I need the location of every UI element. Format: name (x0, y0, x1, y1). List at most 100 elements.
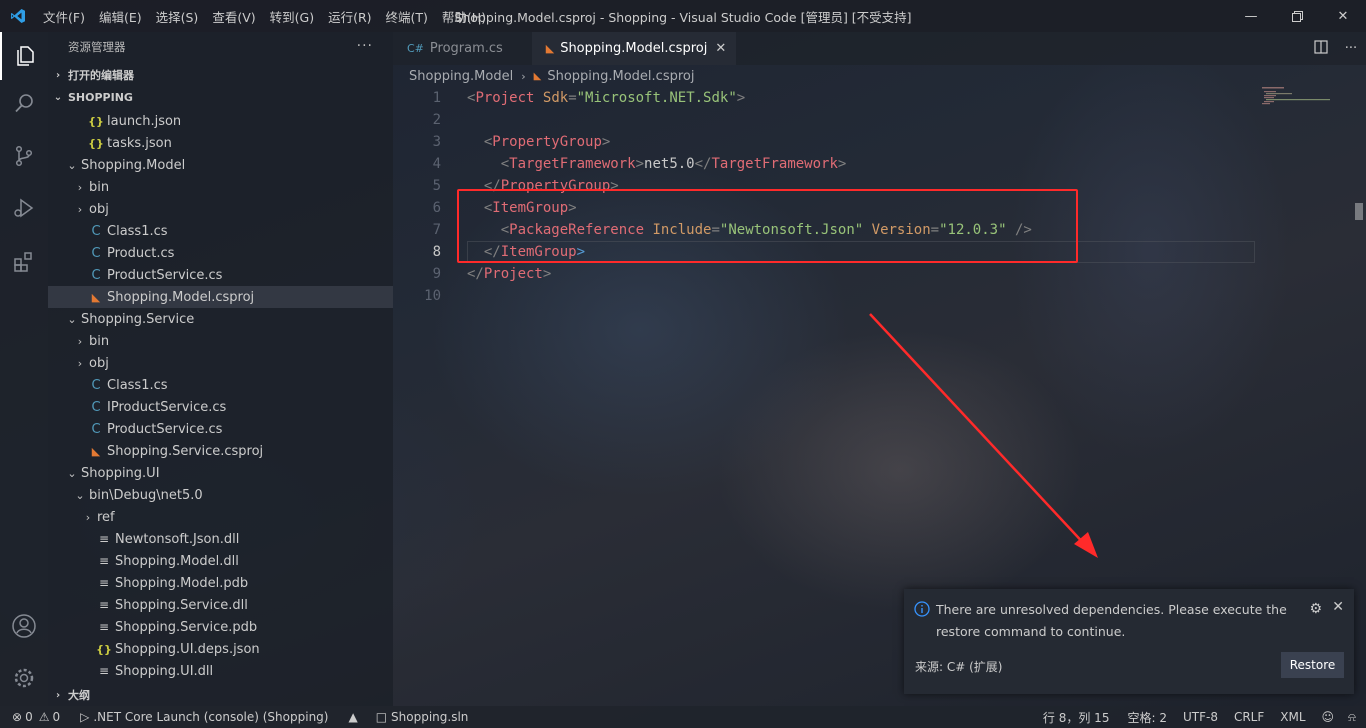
status-bar: ⊗ 0 ⚠ 0 ▷ .NET Core Launch (console) (Sh… (0, 706, 1366, 728)
csharp-file-icon: C (91, 399, 101, 415)
tree-item[interactable]: {} tasks.json (48, 132, 393, 154)
tree-item[interactable]: › obj (48, 198, 393, 220)
breadcrumb-file[interactable]: Shopping.Model.csproj (547, 69, 694, 84)
tree-item[interactable]: › bin (48, 330, 393, 352)
code-line[interactable]: 1 <Project Sdk="Microsoft.NET.Sdk"> (393, 87, 1273, 109)
code-token: < (500, 156, 510, 172)
outline-section[interactable]: › 大纲 (48, 684, 393, 706)
tree-item[interactable]: ⌄ Shopping.Service (48, 308, 393, 330)
source-control-icon[interactable] (0, 132, 48, 180)
tree-item[interactable]: › ref (48, 506, 393, 528)
line-ending[interactable]: CRLF (1226, 706, 1272, 728)
tree-item-label: Shopping.Model.pdb (115, 575, 249, 591)
tree-item[interactable]: ⌄ Shopping.Model (48, 154, 393, 176)
minimize-icon[interactable]: — (1228, 0, 1274, 32)
file-lines-icon: ≡ (98, 576, 110, 590)
vertical-scrollbar[interactable] (1355, 203, 1363, 220)
cursor-position[interactable]: 行 8，列 15 (1033, 706, 1120, 728)
tree-item[interactable]: ≡ Newtonsoft.Json.dll (48, 528, 393, 550)
tree-item-label: Shopping.Service.csproj (107, 443, 264, 459)
tree-item[interactable]: C IProductService.cs (48, 396, 393, 418)
tree-item[interactable]: › obj (48, 352, 393, 374)
open-editors-section[interactable]: › 打开的编辑器 (48, 64, 393, 86)
breadcrumb: Shopping.Model › ◣ Shopping.Model.csproj (409, 66, 694, 86)
encoding[interactable]: UTF-8 (1175, 706, 1226, 728)
code-line[interactable]: 3 <PropertyGroup> (393, 131, 1273, 153)
chevron-right-icon: › (85, 510, 91, 524)
code-token: TargetFramework (711, 156, 838, 172)
flame-indicator[interactable]: ▲ (342, 706, 363, 728)
tree-item[interactable]: ≡ Shopping.Service.dll (48, 594, 393, 616)
tree-item[interactable]: C ProductService.cs (48, 418, 393, 440)
menu-item[interactable]: 运行(R) (321, 7, 378, 26)
menu-item[interactable]: 帮助(H) (435, 7, 493, 26)
tree-item-label: bin (89, 333, 110, 349)
line-number: 3 (432, 134, 441, 150)
split-editor-icon[interactable] (1306, 39, 1336, 58)
restore-button[interactable]: Restore (1281, 652, 1344, 678)
minimap[interactable] (1262, 86, 1332, 116)
workspace-section[interactable]: ⌄ SHOPPING (48, 86, 393, 108)
close-window-icon[interactable]: ✕ (1320, 0, 1366, 32)
tree-item[interactable]: ≡ Shopping.UI.dll (48, 660, 393, 682)
csharp-file-icon: C (91, 245, 101, 261)
gear-icon[interactable]: ⚙ (1309, 601, 1322, 617)
close-icon[interactable]: ✕ (715, 41, 726, 56)
indentation[interactable]: 空格: 2 (1119, 706, 1175, 728)
tree-item[interactable]: ≡ Shopping.Model.pdb (48, 572, 393, 594)
search-icon[interactable] (0, 80, 48, 128)
close-icon[interactable]: ✕ (1332, 599, 1344, 615)
code-token: > (736, 90, 746, 106)
code-line[interactable]: 4 <TargetFramework>net5.0</TargetFramewo… (393, 153, 1273, 175)
menu-item[interactable]: 终端(T) (379, 7, 435, 26)
notifications-bell-icon[interactable]: ⍾ (1342, 706, 1366, 728)
tree-item[interactable]: ≡ Shopping.Model.dll (48, 550, 393, 572)
code-token: > (837, 156, 847, 172)
tree-item-label: obj (89, 355, 109, 371)
tree-item[interactable]: ◣ Shopping.Model.csproj (48, 286, 393, 308)
menu-item[interactable]: 文件(F) (36, 7, 92, 26)
extensions-icon[interactable] (0, 238, 48, 286)
menu-item[interactable]: 查看(V) (205, 7, 262, 26)
file-tree: {} launch.json{} tasks.json ⌄ Shopping.Model… (48, 110, 393, 682)
tree-item[interactable]: C Class1.cs (48, 220, 393, 242)
tree-item[interactable]: ⌄ Shopping.UI (48, 462, 393, 484)
tree-item-label: Product.cs (107, 245, 175, 261)
solution-indicator[interactable]: □ Shopping.sln (370, 706, 475, 728)
code-line[interactable]: 9 </Project> (393, 263, 1273, 285)
rss-file-icon: ◣ (545, 42, 555, 55)
tree-item[interactable]: {} launch.json (48, 110, 393, 132)
file-lines-icon: ≡ (98, 532, 110, 546)
run-debug-icon[interactable] (0, 184, 48, 232)
tree-item[interactable]: C Product.cs (48, 242, 393, 264)
explorer-icon[interactable] (0, 32, 48, 80)
menu-item[interactable]: 选择(S) (149, 7, 206, 26)
language-mode[interactable]: XML (1272, 706, 1313, 728)
tree-item-label: ProductService.cs (107, 421, 223, 437)
tree-item[interactable]: {} Shopping.UI.deps.json (48, 638, 393, 660)
tree-item[interactable]: C Class1.cs (48, 374, 393, 396)
problems-indicator[interactable]: ⊗ 0 ⚠ 0 (0, 706, 66, 728)
breadcrumb-folder[interactable]: Shopping.Model (409, 69, 513, 84)
tree-item[interactable]: › bin (48, 176, 393, 198)
menu-item[interactable]: 转到(G) (263, 7, 321, 26)
tab-shopping-model-csproj[interactable]: ◣ Shopping.Model.csproj ✕ (531, 32, 737, 65)
code-line[interactable]: 2 (393, 109, 1273, 131)
tree-item[interactable]: ≡ Shopping.Service.pdb (48, 616, 393, 638)
launch-config[interactable]: ▷ .NET Core Launch (console) (Shopping) (74, 706, 334, 728)
more-actions-icon[interactable]: ··· (1336, 41, 1366, 56)
tree-item-label: Shopping.Model.csproj (107, 289, 255, 305)
tree-item[interactable]: ⌄ bin\Debug\net5.0 (48, 484, 393, 506)
feedback-icon[interactable]: ☺ (1314, 706, 1343, 728)
chevron-down-icon: ⌄ (53, 91, 63, 103)
tab-program-cs[interactable]: C# Program.cs ✕ (393, 32, 532, 65)
more-actions-icon[interactable]: ··· (357, 38, 373, 54)
code-line[interactable]: 10 (393, 285, 1273, 307)
tree-item[interactable]: ◣ Shopping.Service.csproj (48, 440, 393, 462)
account-icon[interactable] (0, 602, 48, 650)
tree-item[interactable]: C ProductService.cs (48, 264, 393, 286)
menu-item[interactable]: 编辑(E) (92, 7, 149, 26)
restore-icon[interactable] (1274, 0, 1320, 32)
manage-gear-icon[interactable] (0, 654, 48, 702)
